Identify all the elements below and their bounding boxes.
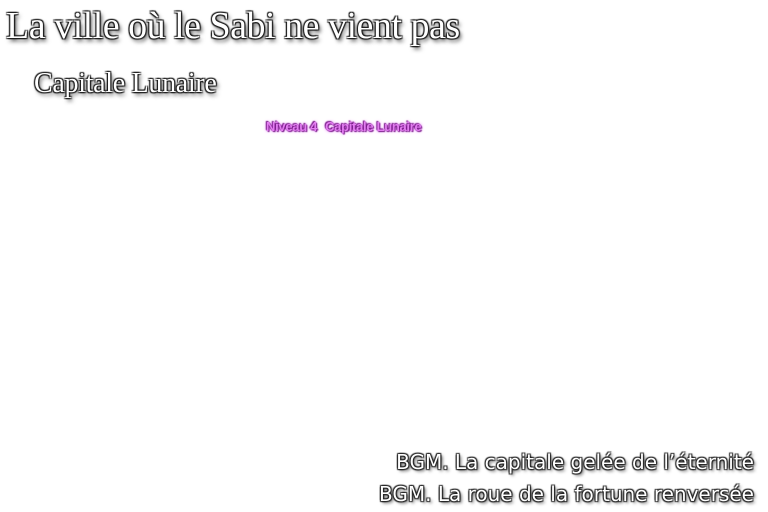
bgm-track-2: BGM. La roue de la fortune renversée <box>379 482 754 506</box>
bgm-track-1: BGM. La capitale gelée de l’éternité <box>396 450 754 474</box>
stage-title: La ville où le Sabi ne vient pas <box>6 5 460 47</box>
stage-subtitle: Capitale Lunaire <box>34 68 217 99</box>
stage-level-name: Capitale Lunaire <box>325 119 422 134</box>
stage-level-label: Niveau 4 Capitale Lunaire <box>266 119 422 134</box>
game-screen: La ville où le Sabi ne vient pas Capital… <box>0 0 768 512</box>
stage-level-number: Niveau 4 <box>266 119 318 134</box>
